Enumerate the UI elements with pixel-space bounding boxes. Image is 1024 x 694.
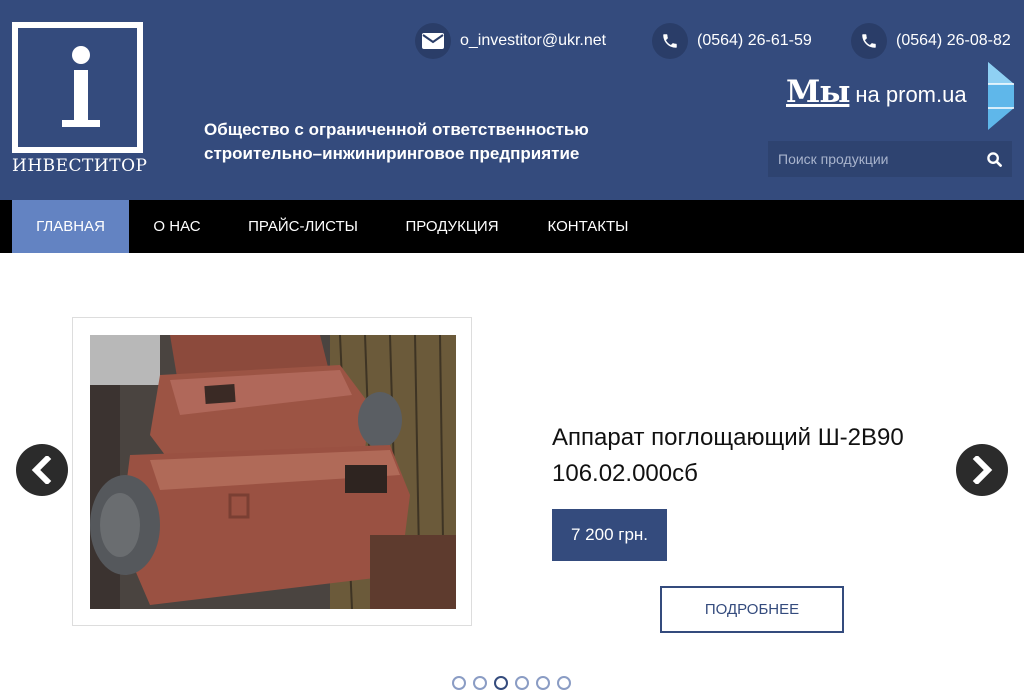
main-nav: ГЛАВНАЯ О НАС ПРАЙС-ЛИСТЫ ПРОДУКЦИЯ КОНТ… (0, 200, 1024, 253)
nav-item-products[interactable]: ПРОДУКЦИЯ (394, 200, 510, 253)
slider-dot-3[interactable] (494, 676, 508, 690)
slider-pagination (452, 676, 578, 690)
slider-dot-1[interactable] (452, 676, 466, 690)
more-details-button[interactable]: ПОДРОБНЕЕ (660, 586, 844, 633)
phone-number-1[interactable]: (0564) 26-61-59 (697, 32, 812, 50)
phone-contact-2[interactable]: (0564) 26-08-82 (851, 22, 1011, 60)
email-contact[interactable]: o_investitor@ukr.net (415, 22, 606, 60)
product-image[interactable] (90, 335, 456, 609)
site-header: ИНВЕСТИТОР Общество с ограниченной ответ… (0, 0, 1024, 200)
nav-item-about[interactable]: О НАС (142, 200, 212, 253)
slider-dot-6[interactable] (557, 676, 571, 690)
slider-dot-2[interactable] (473, 676, 487, 690)
search-icon (986, 151, 1002, 167)
prom-link-my: Мы (786, 74, 850, 110)
product-title-line1: Аппарат поглощающий Ш-2В90 (552, 424, 904, 451)
email-link[interactable]: o_investitor@ukr.net (460, 32, 606, 50)
logo-caption: ИНВЕСТИТОР (12, 156, 148, 176)
phone-contact-1[interactable]: (0564) 26-61-59 (652, 22, 812, 60)
slider-prev-button[interactable] (16, 444, 68, 496)
chevron-right-icon (972, 456, 993, 484)
prom-link[interactable]: Мы на prom.ua (786, 74, 967, 110)
prom-link-text: на prom.ua (855, 82, 967, 107)
price-badge: 7 200 грн. (552, 509, 667, 561)
product-title[interactable]: Аппарат поглощающий Ш-2В90 106.02.000сб (552, 420, 952, 492)
product-image-frame (72, 317, 472, 626)
search-button[interactable] (976, 141, 1012, 177)
nav-item-price-lists[interactable]: ПРАЙС-ЛИСТЫ (238, 200, 368, 253)
nav-item-home[interactable]: ГЛАВНАЯ (12, 200, 129, 253)
prom-flag-icon (988, 62, 1014, 130)
chevron-left-icon (31, 456, 52, 484)
envelope-icon (415, 23, 451, 59)
phone-icon (851, 23, 887, 59)
search-input[interactable] (768, 141, 976, 177)
slider-dot-4[interactable] (515, 676, 529, 690)
company-name-line1: Общество с ограниченной ответственностью (204, 120, 589, 139)
company-name: Общество с ограниченной ответственностью… (204, 118, 674, 166)
nav-item-contacts[interactable]: КОНТАКТЫ (536, 200, 640, 253)
logo[interactable] (12, 22, 143, 153)
slider-dot-5[interactable] (536, 676, 550, 690)
phone-icon (652, 23, 688, 59)
search-bar (768, 141, 1012, 177)
slider-next-button[interactable] (956, 444, 1008, 496)
company-name-line2: строительно–инжиниринговое предприятие (204, 144, 580, 163)
logo-letter-i (72, 46, 90, 64)
product-title-line2: 106.02.000сб (552, 460, 698, 487)
phone-number-2[interactable]: (0564) 26-08-82 (896, 32, 1011, 50)
